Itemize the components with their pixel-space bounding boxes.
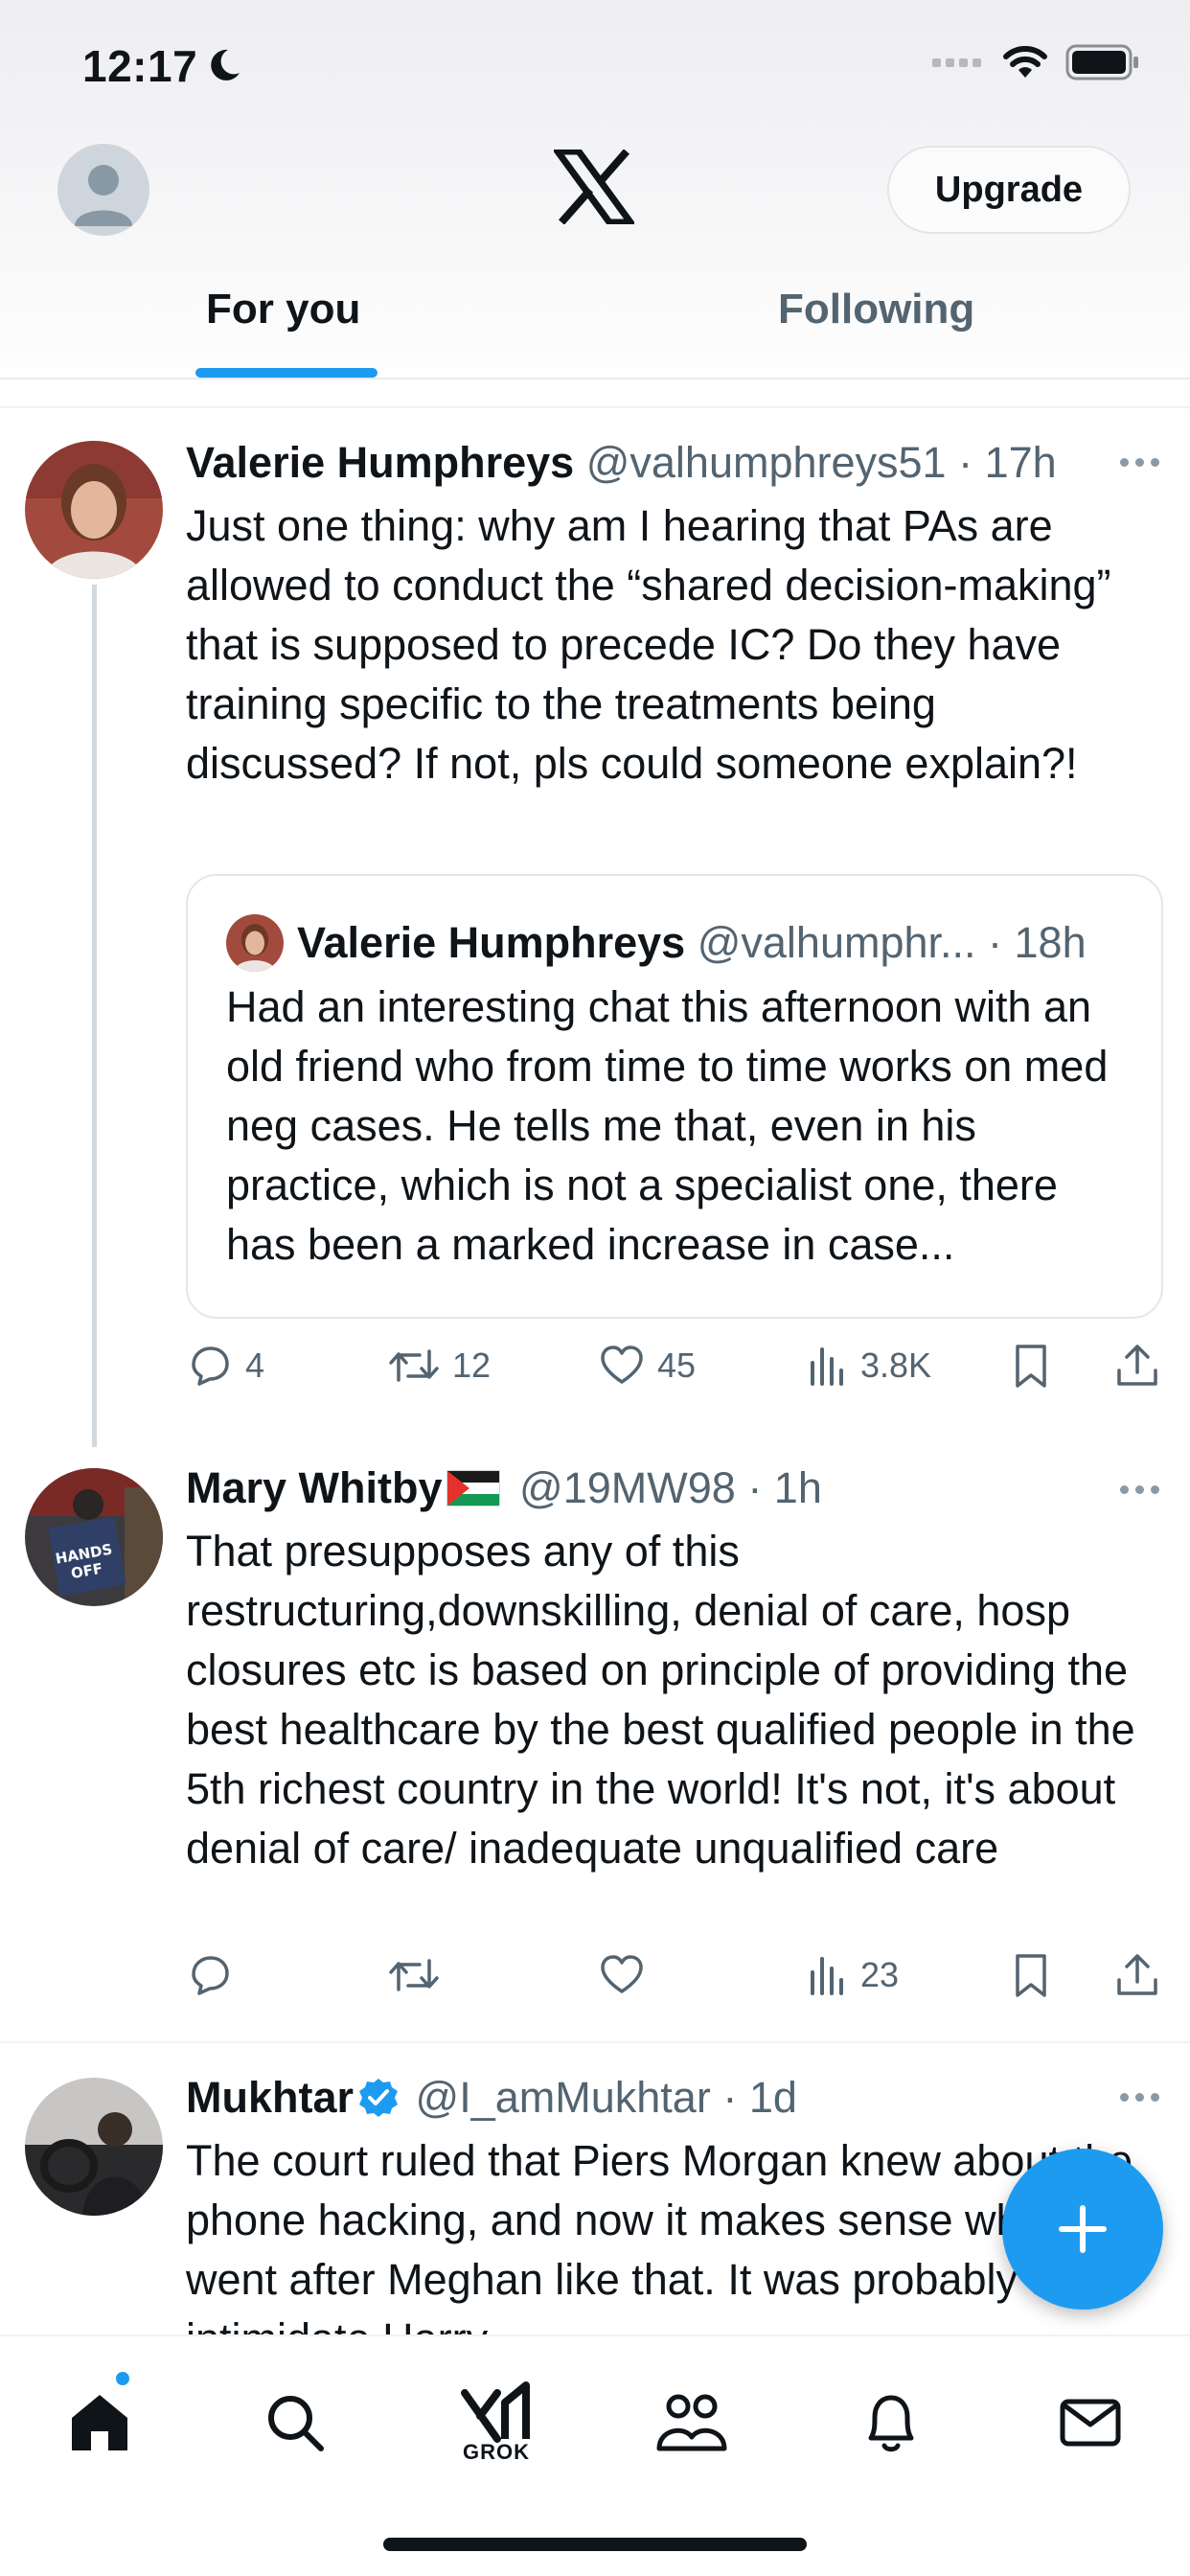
- plus-icon: [1059, 2205, 1107, 2253]
- tweet[interactable]: HANDS OFF Mary Whitby @19MW98 · 1h That …: [0, 1436, 1190, 2039]
- mail-icon: [1060, 2399, 1121, 2447]
- top-header: 12:17 Upgrade For you Following: [0, 0, 1190, 402]
- quoted-tweet[interactable]: Valerie Humphreys @valhumphr... · 18h Ha…: [186, 874, 1163, 1319]
- tweet-author-name[interactable]: Mary Whitby: [186, 1463, 443, 1512]
- more-options-icon[interactable]: [1120, 458, 1159, 467]
- battery-icon: [1065, 44, 1138, 80]
- tweet-actions: 23: [186, 1951, 1163, 2009]
- heart-icon: [601, 1346, 643, 1384]
- tweet-author-avatar[interactable]: [25, 2078, 163, 2216]
- active-tab-indicator: [195, 368, 378, 378]
- views-chart-icon: [811, 1347, 843, 1386]
- home-indicator: [383, 2538, 807, 2551]
- quoted-author-name: Valerie Humphreys: [297, 918, 686, 967]
- views-count: 3.8K: [860, 1346, 932, 1385]
- tabs-divider: [0, 378, 1190, 380]
- quoted-tweet-header: Valerie Humphreys @valhumphr... · 18h: [297, 914, 1087, 972]
- quoted-author-avatar: [226, 914, 284, 972]
- quoted-tweet-time: · 18h: [988, 918, 1087, 967]
- share-button[interactable]: [1113, 1342, 1161, 1390]
- nav-home[interactable]: [52, 2375, 148, 2471]
- tweet-author-name[interactable]: Valerie Humphreys: [186, 438, 574, 487]
- tweet-actions: 4 12 45 3.8K: [186, 1342, 1163, 1399]
- tweet-author-avatar[interactable]: HANDS OFF: [25, 1468, 163, 1606]
- tab-for-you[interactable]: For you: [206, 286, 360, 334]
- tweet-text: That presupposes any of this restructuri…: [186, 1527, 1135, 1873]
- grok-icon: [461, 2381, 530, 2443]
- home-notification-dot: [113, 2369, 132, 2388]
- tweet-header: Valerie Humphreys @valhumphreys51 · 17h: [186, 437, 1057, 489]
- tweet[interactable]: Valerie Humphreys @valhumphreys51 · 17h …: [0, 408, 1190, 1453]
- bookmark-button[interactable]: [1010, 1951, 1052, 1999]
- tweet-author-handle[interactable]: @19MW98: [519, 1463, 736, 1512]
- more-options-icon[interactable]: [1120, 1485, 1159, 1494]
- nav-search[interactable]: [247, 2375, 343, 2471]
- wifi-icon: [1003, 46, 1047, 78]
- like-button[interactable]: 45: [598, 1342, 696, 1390]
- tweet-author-handle[interactable]: @valhumphreys51: [586, 438, 947, 487]
- share-icon: [1117, 1954, 1157, 1995]
- nav-communities[interactable]: [644, 2375, 740, 2471]
- repost-count: 12: [452, 1346, 492, 1385]
- reply-icon: [192, 1956, 229, 1995]
- palestine-flag-icon: [446, 1470, 500, 1507]
- quoted-author-handle: @valhumphr...: [697, 918, 976, 967]
- more-options-icon[interactable]: [1120, 2093, 1159, 2102]
- tweet-text: Just one thing: why am I hearing that PA…: [186, 501, 1111, 788]
- tweet-time: · 1d: [722, 2073, 797, 2122]
- like-button[interactable]: [598, 1951, 657, 1999]
- views-button[interactable]: 23: [807, 1951, 899, 1999]
- x-logo-icon[interactable]: [551, 148, 637, 229]
- tab-following[interactable]: Following: [778, 286, 974, 334]
- home-icon: [72, 2395, 127, 2450]
- status-time: 12:17: [82, 41, 198, 91]
- feed-tabs: For you Following: [0, 278, 1190, 378]
- reply-button[interactable]: 4: [186, 1342, 264, 1390]
- tweet-time: · 17h: [958, 438, 1057, 487]
- profile-avatar[interactable]: [57, 144, 149, 236]
- views-count: 23: [860, 1955, 900, 1994]
- reply-count: 4: [245, 1346, 265, 1385]
- heart-icon: [601, 1955, 643, 1993]
- reply-icon: [192, 1346, 229, 1386]
- verified-badge-icon: [359, 2079, 399, 2118]
- repost-button[interactable]: [387, 1951, 452, 1999]
- upgrade-button[interactable]: Upgrade: [887, 146, 1131, 234]
- tweet-author-avatar[interactable]: [25, 441, 163, 579]
- bookmark-icon: [1016, 1345, 1046, 1388]
- repost-icon: [389, 1959, 439, 1991]
- share-button[interactable]: [1113, 1951, 1161, 1999]
- tweet-author-name[interactable]: Mukhtar: [186, 2073, 354, 2122]
- share-icon: [1117, 1345, 1157, 1386]
- bookmark-icon: [1016, 1954, 1046, 1997]
- views-chart-icon: [811, 1957, 843, 1995]
- nav-messages[interactable]: [1042, 2375, 1138, 2471]
- thread-line: [92, 585, 97, 1447]
- repost-icon: [389, 1349, 439, 1382]
- tweet-text: The court ruled that Piers Morgan knew a…: [186, 2136, 1133, 2334]
- reply-button[interactable]: [186, 1951, 245, 1999]
- communities-icon: [656, 2394, 727, 2451]
- tweet-time: · 1h: [747, 1463, 822, 1512]
- moon-icon: [205, 46, 243, 89]
- grok-label: GROK: [463, 2440, 530, 2464]
- tweet-header: Mary Whitby @19MW98 · 1h: [186, 1462, 822, 1514]
- quoted-tweet-text: Had an interesting chat this afternoon w…: [226, 982, 1109, 1269]
- bell-icon: [868, 2395, 914, 2452]
- compose-post-button[interactable]: [1002, 2149, 1163, 2310]
- nav-notifications[interactable]: [843, 2375, 939, 2471]
- like-count: 45: [657, 1346, 697, 1385]
- views-button[interactable]: 3.8K: [807, 1342, 931, 1390]
- status-icons: [932, 44, 1140, 80]
- tweet-header: Mukhtar @I_amMukhtar · 1d: [186, 2072, 797, 2125]
- signal-icon: [932, 58, 981, 67]
- repost-button[interactable]: 12: [387, 1342, 491, 1390]
- tweet-author-handle[interactable]: @I_amMukhtar: [416, 2073, 711, 2122]
- search-icon: [268, 2396, 324, 2451]
- bookmark-button[interactable]: [1010, 1342, 1052, 1390]
